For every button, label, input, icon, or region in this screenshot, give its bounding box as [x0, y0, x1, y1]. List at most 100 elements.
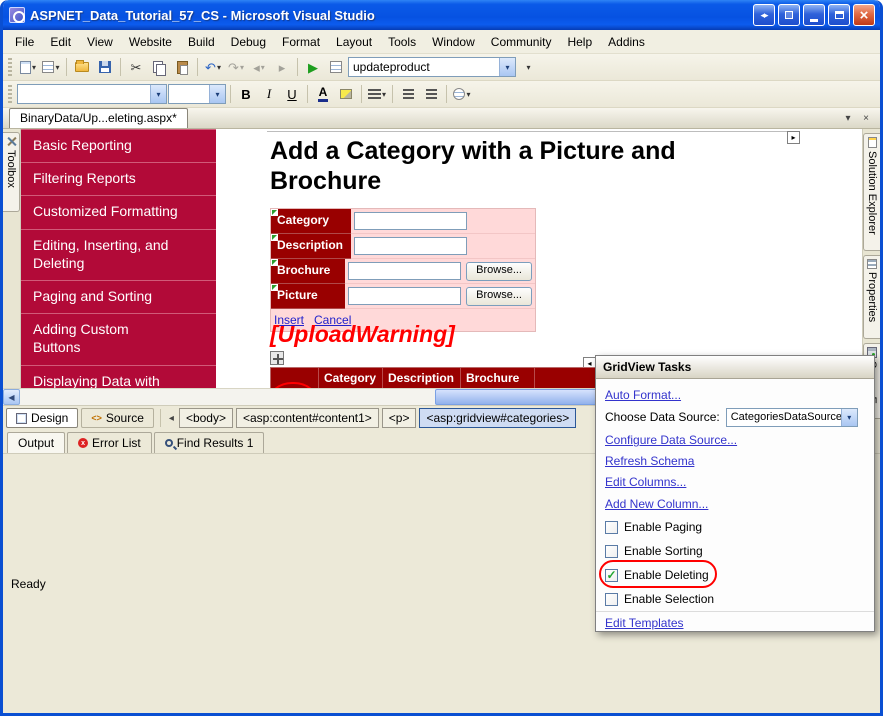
close-button[interactable]: × — [853, 4, 875, 26]
sidebar-item-displaying-datalist[interactable]: Displaying Data with the DataList and Re… — [21, 365, 216, 389]
enable-sorting-checkbox[interactable]: ✓ — [605, 545, 618, 558]
refresh-schema-link[interactable]: Refresh Schema — [605, 454, 694, 468]
browse-with-button[interactable] — [325, 56, 347, 78]
highlight-button[interactable] — [335, 83, 357, 105]
category-input[interactable] — [354, 212, 467, 230]
combo-dropdown-button[interactable]: ▾ — [150, 85, 166, 103]
menu-format[interactable]: Format — [274, 32, 328, 52]
toolbox-tab[interactable]: Toolbox — [3, 132, 20, 212]
italic-button[interactable]: I — [258, 83, 280, 105]
combo-dropdown-button[interactable]: ▾ — [499, 58, 515, 76]
menu-window[interactable]: Window — [424, 32, 483, 52]
url-combobox[interactable]: updateproduct ▾ — [348, 57, 516, 77]
menu-layout[interactable]: Layout — [328, 32, 380, 52]
tab-list-button[interactable]: ▾ — [840, 110, 856, 126]
picture-label: Picture — [271, 284, 345, 309]
numbered-list-button[interactable] — [420, 83, 442, 105]
navigate-forward-button[interactable]: ▸ — [271, 56, 293, 78]
menu-help[interactable]: Help — [559, 32, 600, 52]
gridview-move-handle[interactable] — [270, 351, 284, 365]
copy-button[interactable] — [148, 56, 170, 78]
description-input[interactable] — [354, 237, 467, 255]
align-button[interactable]: ▾ — [366, 83, 388, 105]
minimize-button[interactable] — [803, 4, 825, 26]
output-tab[interactable]: Output — [7, 432, 65, 453]
cut-button[interactable]: ✂ — [125, 56, 147, 78]
data-source-combobox[interactable]: CategoriesDataSource ▾ — [726, 408, 858, 427]
enable-deleting-checkbox[interactable]: ✓ — [605, 569, 618, 582]
enable-selection-checkbox[interactable]: ✓ — [605, 593, 618, 606]
brochure-browse-button[interactable]: Browse... — [466, 262, 532, 281]
navigate-back-button[interactable]: ◂▾ — [248, 56, 270, 78]
combo-dropdown-button[interactable]: ▾ — [209, 85, 225, 103]
find-results-tab[interactable]: Find Results 1 — [154, 432, 265, 453]
solution-explorer-tab[interactable]: Solution Explorer — [863, 133, 880, 251]
sidebar-item-basic-reporting[interactable]: Basic Reporting — [21, 129, 216, 162]
bold-button[interactable]: B — [235, 83, 257, 105]
font-name-combobox[interactable]: ▾ — [17, 84, 167, 104]
toolbar-grip[interactable] — [8, 58, 12, 76]
underline-button[interactable]: U — [281, 83, 303, 105]
document-tab[interactable]: BinaryData/Up...eleting.aspx* — [9, 108, 188, 128]
bullet-list-button[interactable] — [397, 83, 419, 105]
aux-pin-button[interactable] — [778, 4, 800, 26]
start-debug-button[interactable]: ▶ — [302, 56, 324, 78]
error-list-tab[interactable]: xError List — [67, 432, 152, 453]
breadcrumb-back-button[interactable]: ◂ — [167, 413, 176, 424]
breadcrumb-p[interactable]: <p> — [382, 408, 417, 428]
edit-columns-link[interactable]: Edit Columns... — [605, 475, 686, 489]
dropdown-icon: ▾ — [466, 90, 470, 99]
menu-file[interactable]: File — [7, 32, 42, 52]
menu-website[interactable]: Website — [121, 32, 180, 52]
configure-data-source-link[interactable]: Configure Data Source... — [605, 433, 737, 447]
brochure-file-input[interactable] — [348, 262, 461, 280]
toolbox-icon — [6, 136, 17, 147]
hyperlink-button[interactable]: ▾ — [451, 83, 473, 105]
sidebar-item-editing-inserting-deleting[interactable]: Editing, Inserting, and Deleting — [21, 229, 216, 280]
menu-view[interactable]: View — [79, 32, 121, 52]
sidebar-item-filtering-reports[interactable]: Filtering Reports — [21, 162, 216, 195]
menu-addins[interactable]: Addins — [600, 32, 653, 52]
left-tool-strip: Toolbox — [3, 129, 21, 388]
tab-close-button[interactable]: × — [858, 110, 874, 126]
restore-button[interactable] — [828, 4, 850, 26]
content-smart-tag[interactable]: ▸ — [787, 131, 800, 144]
font-color-button[interactable]: A — [312, 83, 334, 105]
gridview-header-row: Category Description Brochure — [271, 368, 616, 388]
menu-tools[interactable]: Tools — [380, 32, 424, 52]
menu-community[interactable]: Community — [483, 32, 560, 52]
properties-tab[interactable]: Properties — [863, 255, 880, 339]
enable-paging-checkbox[interactable]: ✓ — [605, 521, 618, 534]
add-new-column-link[interactable]: Add New Column... — [605, 497, 708, 511]
breadcrumb-gridview[interactable]: <asp:gridview#categories> — [419, 408, 576, 428]
toolbar-separator — [230, 85, 231, 103]
picture-browse-button[interactable]: Browse... — [466, 287, 532, 306]
menu-debug[interactable]: Debug — [223, 32, 274, 52]
font-size-combobox[interactable]: ▾ — [168, 84, 226, 104]
design-view-tab[interactable]: Design — [6, 408, 78, 428]
aux-nav-button[interactable]: ◂▸ — [753, 4, 775, 26]
auto-format-link[interactable]: Auto Format... — [605, 388, 681, 402]
breadcrumb-content[interactable]: <asp:content#content1> — [236, 408, 379, 428]
sidebar-item-adding-custom-buttons[interactable]: Adding Custom Buttons — [21, 313, 216, 364]
toolbar-grip[interactable] — [8, 85, 12, 103]
open-file-button[interactable] — [71, 56, 93, 78]
save-button[interactable] — [94, 56, 116, 78]
menu-edit[interactable]: Edit — [42, 32, 79, 52]
scroll-left-button[interactable]: ◀ — [3, 389, 20, 405]
add-item-button[interactable]: ▾ — [40, 56, 62, 78]
source-view-tab[interactable]: <>Source — [81, 408, 154, 428]
menu-build[interactable]: Build — [180, 32, 223, 52]
picture-file-input[interactable] — [348, 287, 461, 305]
new-website-button[interactable]: ▾ — [17, 56, 39, 78]
toolbar-options-button[interactable]: ▾ — [517, 56, 539, 78]
breadcrumb-body[interactable]: <body> — [179, 408, 233, 428]
undo-button[interactable]: ↶▾ — [202, 56, 224, 78]
edit-templates-link[interactable]: Edit Templates — [605, 616, 684, 630]
sidebar-item-paging-sorting[interactable]: Paging and Sorting — [21, 280, 216, 313]
paste-button[interactable] — [171, 56, 193, 78]
form-row-category: Category — [271, 209, 535, 234]
combo-dropdown-button[interactable]: ▾ — [841, 409, 857, 426]
redo-button[interactable]: ↷▾ — [225, 56, 247, 78]
sidebar-item-customized-formatting[interactable]: Customized Formatting — [21, 195, 216, 228]
